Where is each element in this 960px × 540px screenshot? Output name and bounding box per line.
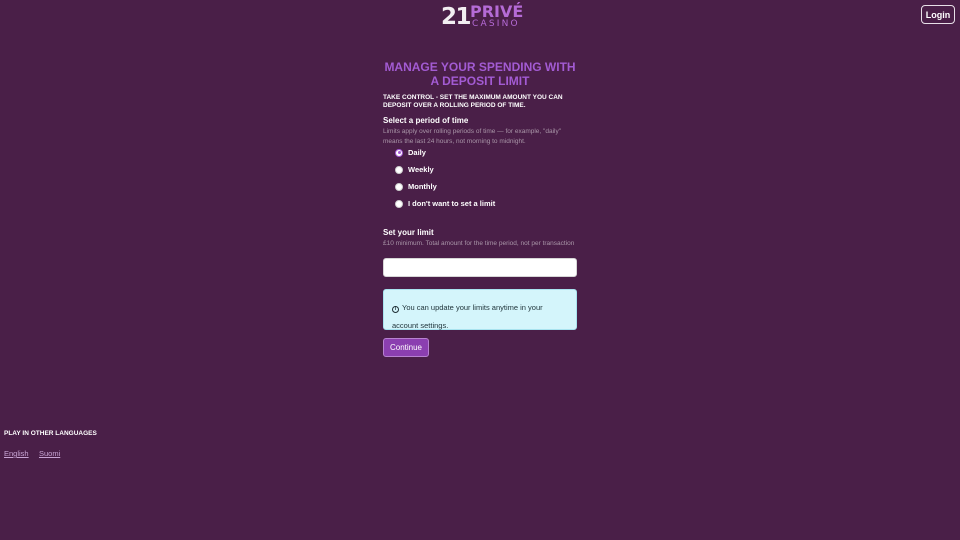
limit-help-text: £10 minimum. Total amount for the time p… <box>383 240 575 247</box>
period-help-text: Limits apply over rolling periods of tim… <box>383 128 562 145</box>
radio-button-monthly[interactable] <box>395 182 403 191</box>
info-message: You can update your limits anytime in yo… <box>392 303 543 330</box>
radio-option-weekly[interactable]: Weekly <box>395 165 434 174</box>
radio-label-weekly[interactable]: Weekly <box>408 165 434 174</box>
limit-amount-input[interactable] <box>383 258 577 277</box>
radio-label-no-limit[interactable]: I don't want to set a limit <box>408 199 495 208</box>
logo-sub: CASINO <box>472 19 520 29</box>
login-button[interactable]: Login <box>921 5 955 24</box>
period-heading: Select a period of time <box>383 116 469 125</box>
radio-option-monthly[interactable]: Monthly <box>395 182 437 191</box>
radio-button-daily[interactable] <box>395 148 403 157</box>
language-link-suomi[interactable]: Suomi <box>39 449 60 458</box>
info-icon: i <box>392 306 399 313</box>
casino-logo[interactable]: 21 PRIVÉ CASINO <box>441 2 524 31</box>
info-text-wrapper: i You can update your limits anytime in y… <box>392 303 543 330</box>
continue-button[interactable]: Continue <box>383 338 429 357</box>
logo-brand: PRIVÉ <box>470 2 524 21</box>
radio-button-weekly[interactable] <box>395 165 403 174</box>
logo-number: 21 <box>441 4 472 30</box>
limit-heading: Set your limit <box>383 228 434 237</box>
radio-label-monthly[interactable]: Monthly <box>408 182 437 191</box>
radio-label-daily[interactable]: Daily <box>408 148 426 157</box>
info-alert: i You can update your limits anytime in y… <box>383 289 577 330</box>
radio-option-no-limit[interactable]: I don't want to set a limit <box>395 199 495 208</box>
page-title: MANAGE YOUR SPENDING WITH A DEPOSIT LIMI… <box>384 60 576 88</box>
page-subtitle: TAKE CONTROL - SET THE MAXIMUM AMOUNT YO… <box>383 94 563 109</box>
radio-button-no-limit[interactable] <box>395 199 403 208</box>
languages-heading: PLAY IN OTHER LANGUAGES <box>4 430 97 437</box>
radio-option-daily[interactable]: Daily <box>395 148 426 157</box>
language-link-english[interactable]: English <box>4 449 29 458</box>
